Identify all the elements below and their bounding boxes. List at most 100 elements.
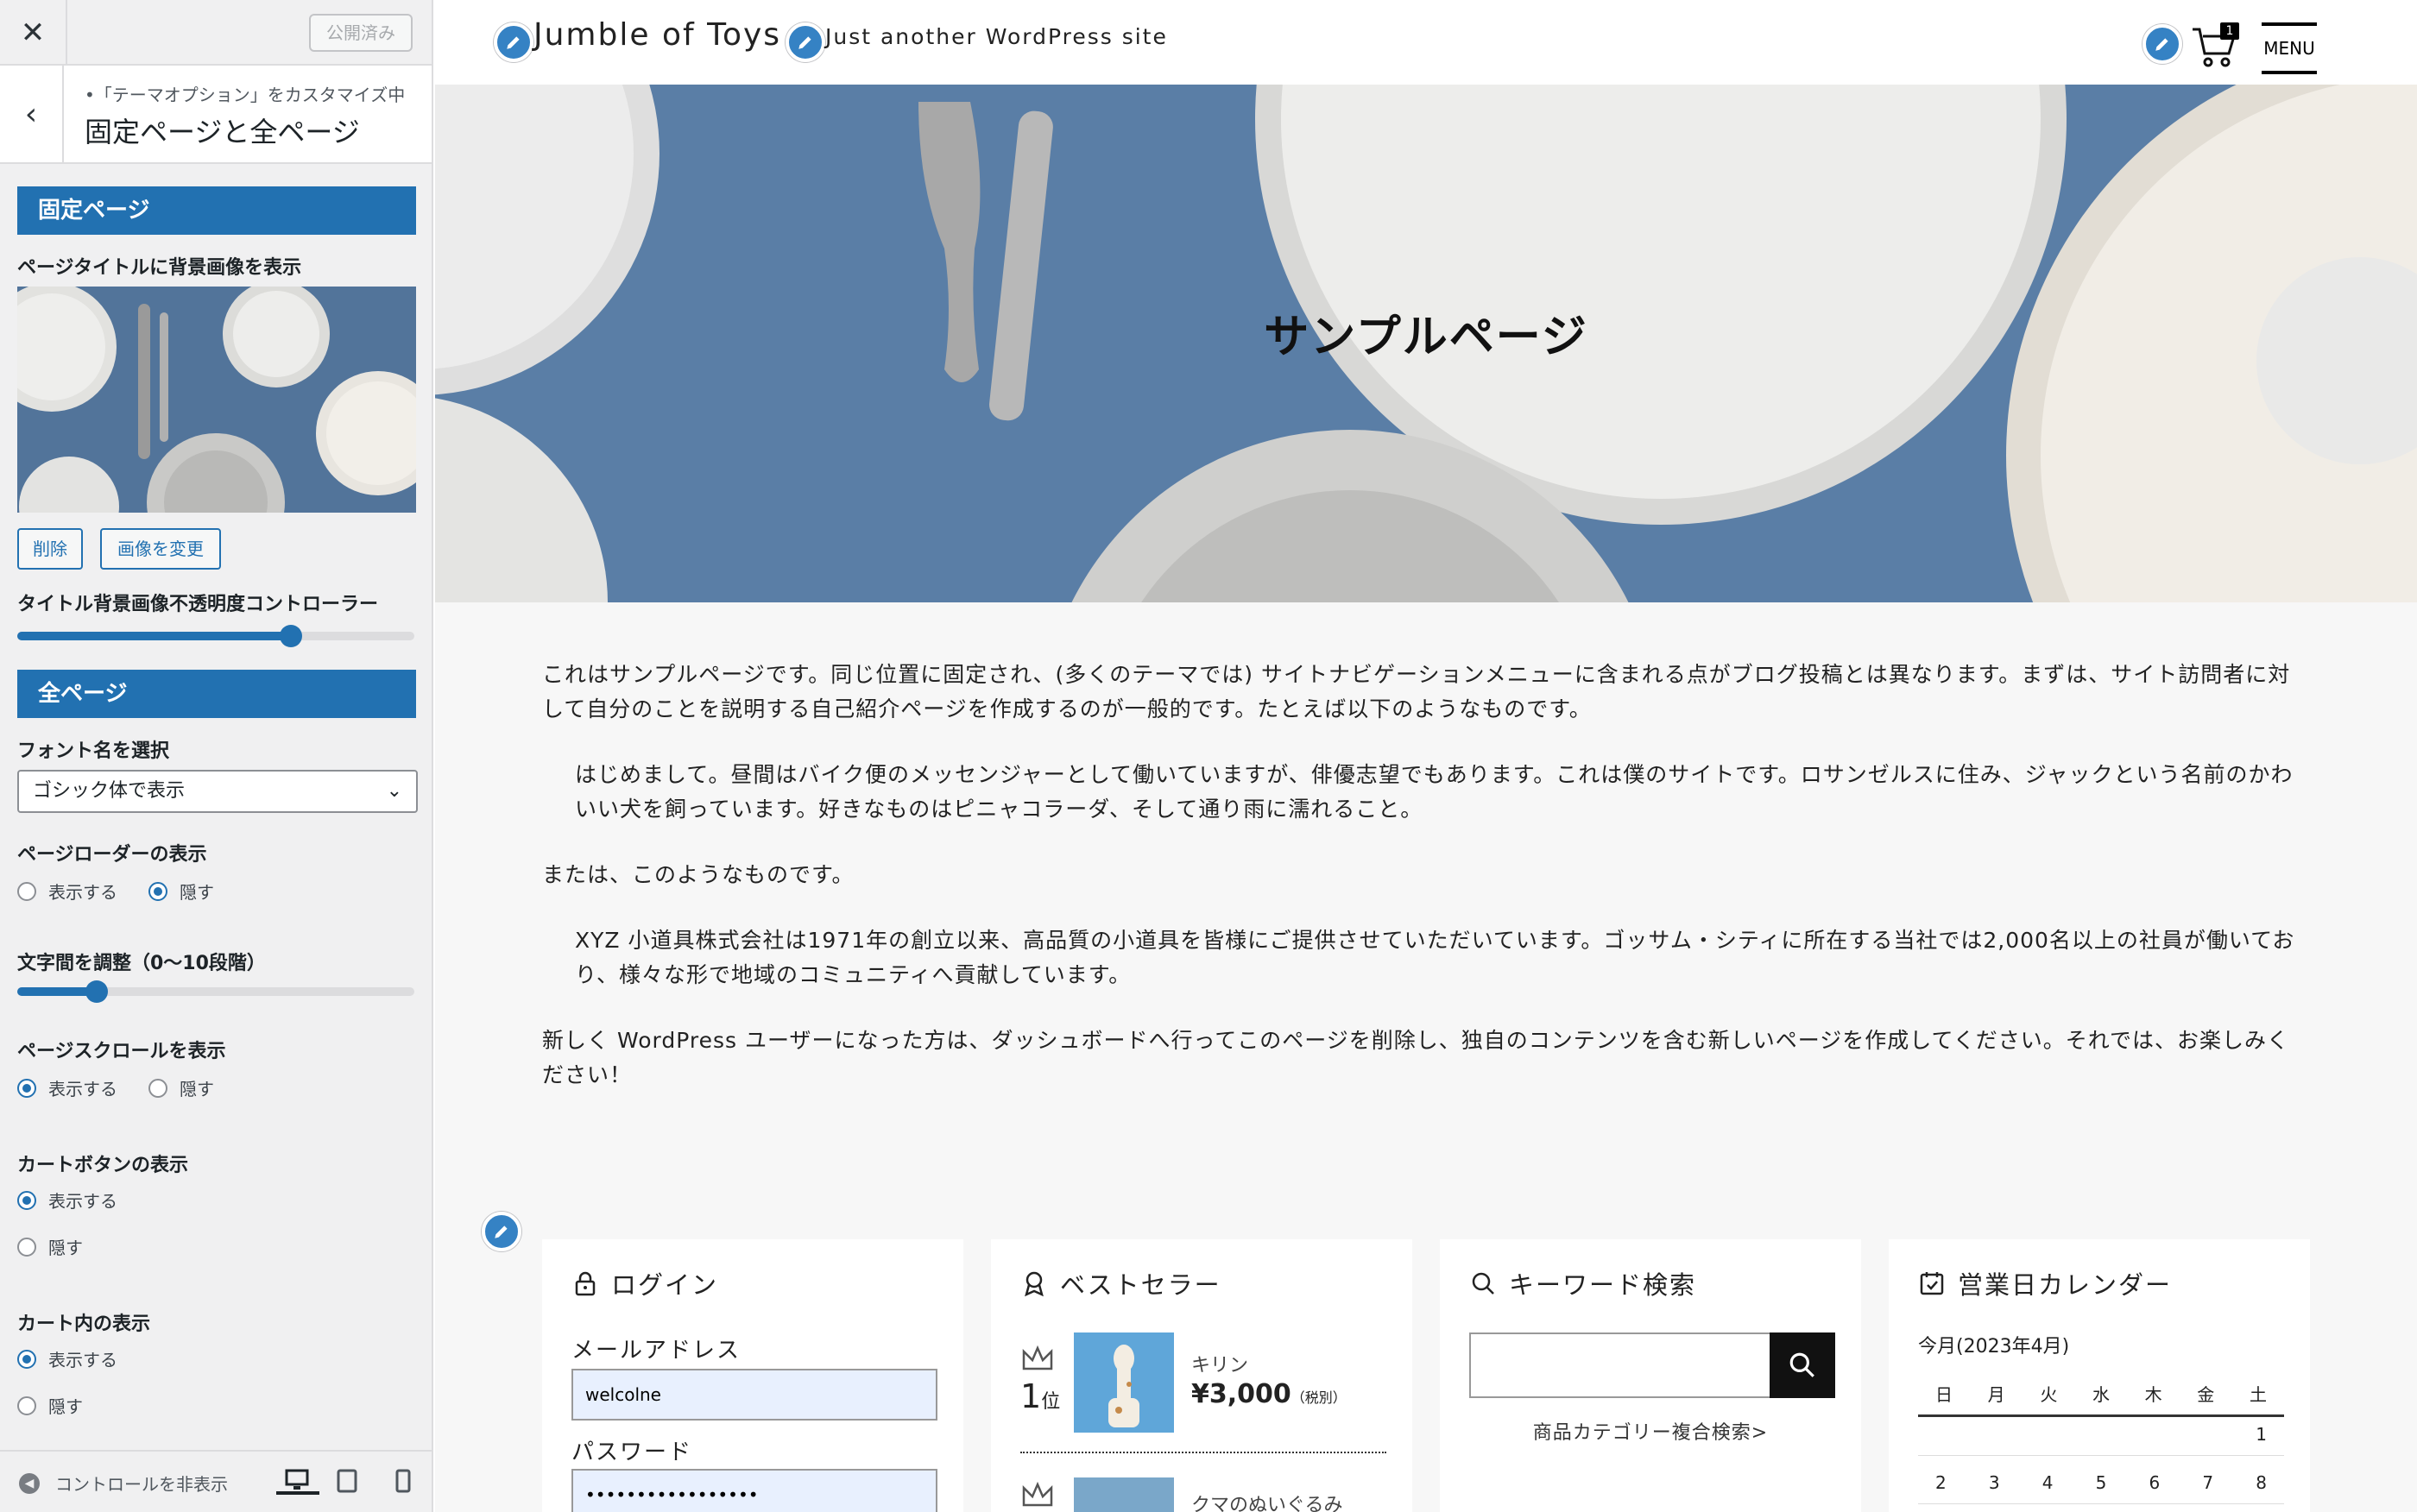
price-value: ¥3,000 [1191,1379,1291,1409]
customizer-sidebar: ✕ 公開済み ‹ •「テーマオプション」をカスタマイズ中 固定ページと全ページ … [0,0,433,1512]
site-tagline: Just another WordPress site [825,24,1168,49]
edit-title-pencil-icon[interactable] [494,22,533,62]
loader-radio-hide[interactable]: 隠す [148,879,214,904]
calendar-day: 2 [1935,1472,1947,1493]
login-widget: ログイン メールアドレス welcolne パスワード ••••••••••••… [542,1239,963,1512]
opacity-label: タイトル背景画像不透明度コントローラー [17,594,379,615]
product-name[interactable]: キリン [1191,1350,1248,1377]
edit-header-pencil-icon[interactable] [2142,24,2182,64]
search-widget: キーワード検索 商品カテゴリー複合検索> [1440,1239,1861,1512]
cart-inner-radio-show[interactable]: 表示する [17,1346,117,1371]
product-thumbnail-giraffe[interactable] [1074,1332,1174,1433]
lock-icon [575,1271,596,1296]
spacing-label: 文字間を調整（0〜10段階） [17,953,266,974]
search-submit-button[interactable] [1770,1332,1835,1398]
font-select[interactable]: ゴシック体で表示 ⌄ [17,770,418,813]
hide-controls-label: コントロールを非表示 [55,1474,228,1495]
rank-suffix: 位 [1041,1391,1061,1413]
weekday: 木 [2144,1384,2162,1405]
calendar-day [1935,1424,1941,1445]
menu-button[interactable]: MENU [2262,22,2317,74]
hide-controls-button[interactable]: ◀ コントロールを非表示 [19,1471,228,1496]
login-widget-title: ログイン [571,1265,718,1301]
change-image-button[interactable]: 画像を変更 [100,528,221,570]
radio-icon [17,1237,36,1257]
radio-label: 表示する [48,1191,117,1212]
page-hero: サンプルページ [435,85,2417,602]
opacity-slider[interactable] [17,625,414,647]
remove-image-button[interactable]: 削除 [17,528,83,570]
scroll-radio-hide[interactable]: 隠す [148,1075,214,1100]
section-title: 固定ページと全ページ [85,116,360,148]
title-bg-label: ページタイトルに背景画像を表示 [17,257,302,279]
radio-icon [148,881,167,901]
email-field[interactable]: welcolne [571,1369,937,1421]
cart-count-badge: 1 [2220,22,2239,40]
page-content: これはサンプルページです。同じ位置に固定され、(多くのテーマでは) サイトナビゲ… [542,658,2303,1124]
password-field[interactable]: ••••••••••••••••• [571,1469,937,1512]
panel-fixed-pages: 固定ページ [17,186,416,235]
title-bg-thumbnail[interactable] [17,287,416,513]
spacing-slider-handle[interactable] [85,980,108,1003]
cart-btn-radio-show[interactable]: 表示する [17,1188,117,1213]
radio-label: 表示する [48,1079,117,1099]
email-label: メールアドレス [571,1338,742,1364]
scroll-radio-show[interactable]: 表示する [17,1075,117,1100]
content-quote: はじめまして。昼間はバイク便のメッセンジャーとして働いていますが、俳優志望でもあ… [575,762,2294,822]
radio-label: 隠す [180,882,214,903]
radio-label: 表示する [48,882,117,903]
radio-icon [148,1078,167,1098]
bestseller-title-text: ベストセラー [1060,1270,1221,1300]
radio-icon [17,1078,36,1098]
opacity-slider-handle[interactable] [280,625,303,647]
keyword-search-input[interactable] [1469,1332,1771,1398]
calendar-day [2202,1424,2207,1445]
calendar-day [2149,1424,2155,1445]
category-search-link[interactable]: 商品カテゴリー複合検索> [1440,1417,1861,1445]
content-paragraph: または、このようなものです。 [542,862,855,887]
section-header: ‹ •「テーマオプション」をカスタマイズ中 固定ページと全ページ [0,66,432,164]
loader-radio-show[interactable]: 表示する [17,879,117,904]
cart-inner-radio-hide[interactable]: 隠す [17,1393,83,1418]
spacing-slider[interactable] [17,980,414,1003]
search-icon [1789,1352,1814,1377]
weekday: 水 [2092,1384,2110,1405]
radio-label: 隠す [48,1396,83,1417]
product-name[interactable]: クマのぬいぐるみ [1191,1490,1343,1512]
cart-inner-label: カート内の表示 [17,1314,151,1335]
search-title-text: キーワード検索 [1509,1270,1697,1300]
cart-btn-radio-hide[interactable]: 隠す [17,1234,83,1259]
calendar-month: 今月(2023年4月) [1918,1336,2070,1358]
tax-note: （税別） [1291,1389,1347,1406]
mobile-preview-icon[interactable] [395,1469,420,1495]
back-button[interactable]: ‹ [0,66,64,162]
radio-label: 隠す [48,1238,83,1258]
radio-label: 隠す [180,1079,214,1099]
product-thumbnail-bear[interactable] [1074,1477,1174,1512]
calendar-weekdays: 日月火水木金土 [1918,1381,2284,1417]
close-customizer-button[interactable]: ✕ [0,0,67,66]
collapse-icon: ◀ [19,1472,40,1494]
scroll-label: ページスクロールを表示 [17,1041,226,1062]
award-icon [1025,1271,1044,1297]
edit-tagline-pencil-icon[interactable] [786,22,825,62]
weekday: 月 [1987,1384,2005,1405]
calendar-widget: 営業日カレンダー 今月(2023年4月) 日月火水木金土 1 2345678 9… [1889,1239,2310,1512]
calendar-day: 7 [2202,1472,2214,1493]
weekday: 土 [2249,1384,2267,1405]
publish-button[interactable]: 公開済み [309,14,413,52]
calendar-day [1989,1424,1994,1445]
site-preview: Jumble of Toys Just another WordPress si… [435,0,2417,1512]
site-title[interactable]: Jumble of Toys [533,17,781,53]
password-label: パスワード [571,1440,693,1465]
calendar-day: 6 [2149,1472,2161,1493]
calendar-week-row: 1 [1918,1424,2284,1456]
edit-widgets-pencil-icon[interactable] [482,1212,521,1251]
weekday: 金 [2197,1384,2215,1405]
desktop-preview-icon[interactable] [276,1469,319,1495]
calendar-title-text: 営業日カレンダー [1958,1270,2173,1300]
radio-icon [17,1190,36,1210]
customizer-footer: ◀ コントロールを非表示 [0,1450,432,1512]
page-title: サンプルページ [1264,312,1588,363]
tablet-preview-icon[interactable] [337,1469,361,1495]
